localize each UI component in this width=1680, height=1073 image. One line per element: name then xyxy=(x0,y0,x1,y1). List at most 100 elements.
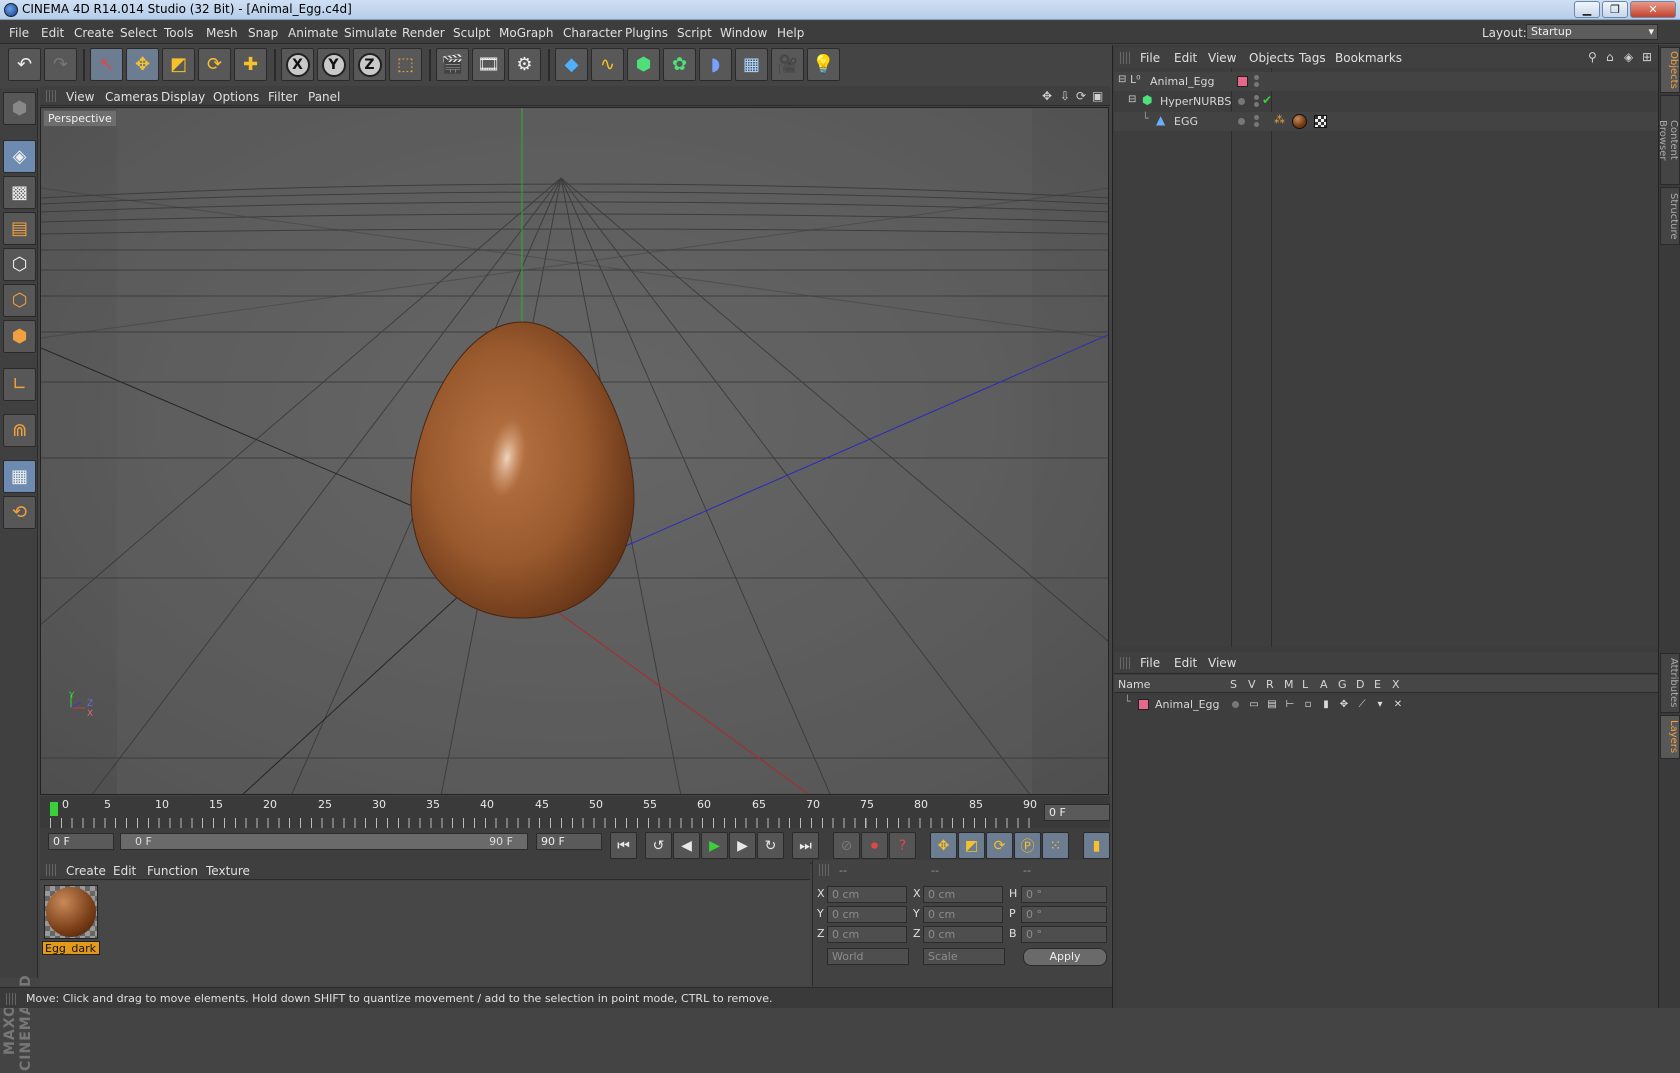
timeline-playhead[interactable] xyxy=(50,802,58,816)
restore-button[interactable]: ❐ xyxy=(1602,1,1628,18)
frame-range-slider[interactable]: 0 F 90 F xyxy=(120,833,528,850)
key-rotation-button[interactable]: ⟳ xyxy=(986,832,1013,859)
floor-environment-button[interactable]: ▦ xyxy=(735,48,768,81)
material-menu-edit[interactable]: Edit xyxy=(113,864,136,878)
minimize-button[interactable]: ▁ xyxy=(1574,1,1600,18)
size-mode-select[interactable]: Scale xyxy=(923,948,1005,965)
deformer-toggle-icon[interactable]: ⟋ xyxy=(1356,699,1368,710)
collapse-icon[interactable]: ⊟ xyxy=(1128,94,1136,105)
size-z-field[interactable]: 0 cm xyxy=(923,926,1003,943)
viewport-menu-filter[interactable]: Filter xyxy=(268,90,298,104)
animation-toggle-icon[interactable]: ▮ xyxy=(1320,699,1332,710)
tweak-mode-button[interactable]: ⋒ xyxy=(3,414,36,447)
edges-mode-button[interactable]: ⬡ xyxy=(3,284,36,317)
make-editable-button[interactable]: ⬢ xyxy=(3,92,36,125)
live-selection-button[interactable]: ↖ xyxy=(90,48,123,81)
tab-structure[interactable]: Structure xyxy=(1660,187,1680,245)
menu-simulate[interactable]: Simulate xyxy=(344,26,397,40)
menu-file[interactable]: File xyxy=(9,26,29,40)
polygons-mode-button[interactable]: ⬢ xyxy=(3,320,36,353)
manager-toggle-icon[interactable]: ⊢ xyxy=(1284,699,1296,710)
tab-content-browser[interactable]: Content Browser xyxy=(1657,95,1680,185)
prev-key-button[interactable]: ↺ xyxy=(645,832,672,859)
object-menu-view[interactable]: View xyxy=(1208,51,1236,65)
panel-grip-icon[interactable] xyxy=(46,864,56,876)
viewport-menu-options[interactable]: Options xyxy=(213,90,259,104)
key-scale-button[interactable]: ◩ xyxy=(958,832,985,859)
lock-toggle-icon[interactable]: ▫ xyxy=(1302,699,1314,710)
position-x-field[interactable]: 0 cm xyxy=(827,886,907,903)
layer-menu-edit[interactable]: Edit xyxy=(1174,656,1197,670)
object-menu-edit[interactable]: Edit xyxy=(1174,51,1197,65)
menu-snap[interactable]: Snap xyxy=(248,26,278,40)
camera-button[interactable]: 🎥 xyxy=(771,48,804,81)
close-button[interactable]: ✕ xyxy=(1630,1,1676,18)
phong-tag-icon[interactable]: ⁂ xyxy=(1274,113,1285,126)
material-menu-create[interactable]: Create xyxy=(66,864,106,878)
rotation-p-field[interactable]: 0 ° xyxy=(1021,906,1107,923)
panel-grip-icon[interactable] xyxy=(1120,657,1130,669)
timeline-window-button[interactable]: ▮ xyxy=(1083,832,1110,859)
snap-workplane-button[interactable]: ⟲ xyxy=(3,496,36,529)
record-keys-button[interactable]: ⊘ xyxy=(833,832,860,859)
position-z-field[interactable]: 0 cm xyxy=(827,926,907,943)
size-y-field[interactable]: 0 cm xyxy=(923,906,1003,923)
menu-script[interactable]: Script xyxy=(677,26,712,40)
recent-tools-button[interactable]: ✚ xyxy=(234,48,267,81)
layer-col-render[interactable]: R xyxy=(1266,678,1274,691)
object-menu-bookmarks[interactable]: Bookmarks xyxy=(1335,51,1402,65)
play-button[interactable]: ▶ xyxy=(701,832,728,859)
workplane-mode-button[interactable]: ▤ xyxy=(3,212,36,245)
layer-menu-view[interactable]: View xyxy=(1208,656,1236,670)
key-pla-button[interactable]: ⁙ xyxy=(1042,832,1069,859)
size-x-field[interactable]: 0 cm xyxy=(923,886,1003,903)
viewport-rotate-icon[interactable]: ⟳ xyxy=(1076,89,1086,103)
viewport-menu-cameras[interactable]: Cameras xyxy=(105,90,158,104)
collapse-icon[interactable]: ⊟ xyxy=(1118,74,1126,85)
tab-attributes[interactable]: Attributes xyxy=(1660,653,1680,713)
material-menu-texture[interactable]: Texture xyxy=(206,864,250,878)
z-axis-lock-button[interactable]: Z xyxy=(353,48,386,81)
viewport-menu-panel[interactable]: Panel xyxy=(308,90,340,104)
layer-col-animation[interactable]: A xyxy=(1320,678,1328,691)
redo-button[interactable]: ↷ xyxy=(44,48,77,81)
uvw-tag-icon[interactable] xyxy=(1314,115,1327,128)
eye-icon[interactable]: ◈ xyxy=(1624,50,1633,64)
rotate-tool-button[interactable]: ⟳ xyxy=(198,48,231,81)
layer-dot[interactable] xyxy=(1238,118,1245,125)
layer-color-swatch[interactable] xyxy=(1237,76,1248,87)
goto-end-button[interactable]: ⏭ xyxy=(792,832,819,859)
perspective-viewport[interactable]: Perspective Y Z X xyxy=(40,107,1109,795)
enabled-check-icon[interactable]: ✔ xyxy=(1262,93,1272,107)
layer-col-solo[interactable]: S xyxy=(1230,678,1237,691)
viewport-maximize-icon[interactable]: ▣ xyxy=(1092,89,1103,103)
material-tag-icon[interactable] xyxy=(1292,114,1307,129)
visibility-dot[interactable] xyxy=(1254,115,1259,120)
render-dot[interactable] xyxy=(1254,122,1259,127)
visibility-dot[interactable] xyxy=(1254,75,1259,80)
panel-grip-icon[interactable] xyxy=(46,90,56,102)
menu-mesh[interactable]: Mesh xyxy=(206,26,238,40)
move-tool-button[interactable]: ✥ xyxy=(126,48,159,81)
nurbs-button[interactable]: ⬢ xyxy=(627,48,660,81)
key-parameter-button[interactable]: Ⓟ xyxy=(1014,832,1041,859)
render-toggle-icon[interactable]: ▤ xyxy=(1266,699,1278,710)
x-axis-lock-button[interactable]: X xyxy=(281,48,314,81)
points-mode-button[interactable]: ⬡ xyxy=(3,248,36,281)
end-frame-field[interactable]: 90 F xyxy=(536,833,602,850)
axis-mode-button[interactable]: ∟ xyxy=(3,368,36,401)
render-dot[interactable] xyxy=(1254,82,1259,87)
cube-object-button[interactable]: ◆ xyxy=(555,48,588,81)
keyframe-selection-button[interactable]: ? xyxy=(889,832,916,859)
light-button[interactable]: 💡 xyxy=(807,48,840,81)
expression-toggle-icon[interactable]: ▾ xyxy=(1374,699,1386,710)
menu-edit[interactable]: Edit xyxy=(41,26,64,40)
tab-layers[interactable]: Layers xyxy=(1660,715,1680,759)
layer-col-view[interactable]: V xyxy=(1248,678,1256,691)
material-menu-function[interactable]: Function xyxy=(147,864,198,878)
render-picture-viewer-button[interactable]: 🎞 xyxy=(472,48,505,81)
y-axis-lock-button[interactable]: Y xyxy=(317,48,350,81)
coordinate-mode-select[interactable]: World xyxy=(827,948,909,965)
position-y-field[interactable]: 0 cm xyxy=(827,906,907,923)
generator-toggle-icon[interactable]: ✥ xyxy=(1338,699,1350,710)
